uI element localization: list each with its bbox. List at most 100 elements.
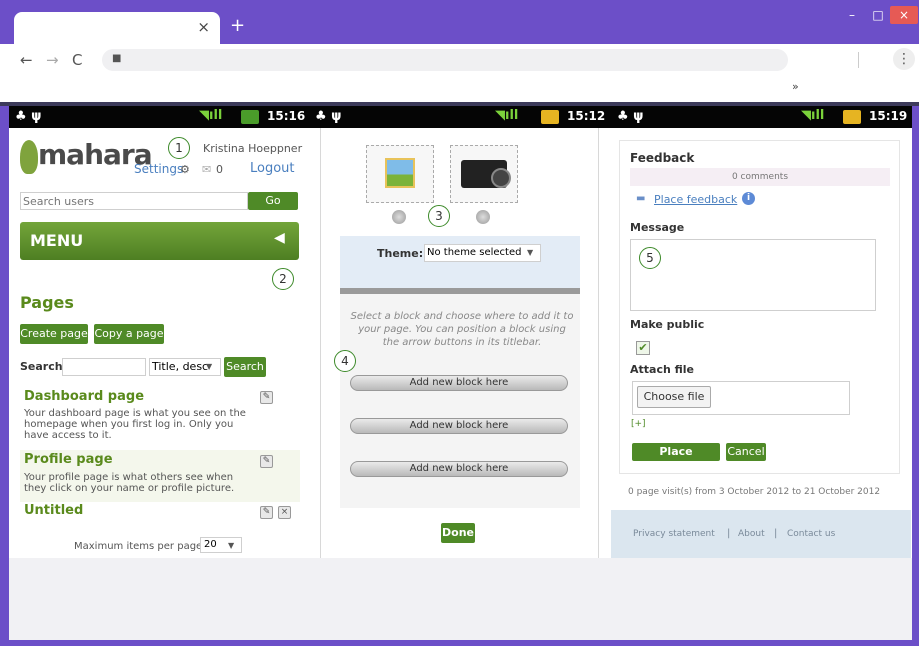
film-reel-icon bbox=[491, 168, 511, 188]
browser-menu-icon[interactable]: ⋮ bbox=[893, 48, 915, 70]
signal-icon: ◥ıll bbox=[801, 108, 825, 123]
radio-button[interactable] bbox=[392, 210, 406, 224]
image-block-thumbnail[interactable] bbox=[366, 145, 434, 203]
toolbar-divider bbox=[858, 52, 859, 68]
radio-button[interactable] bbox=[476, 210, 490, 224]
copy-page-button[interactable]: Copy a page bbox=[94, 324, 164, 344]
comments-count: 0 comments bbox=[630, 168, 890, 186]
done-button[interactable]: Done bbox=[441, 523, 475, 543]
panel-divider bbox=[598, 128, 599, 558]
footer-contact-link[interactable]: Contact us bbox=[787, 529, 835, 539]
new-tab-icon[interactable]: + bbox=[230, 17, 245, 35]
create-page-button[interactable]: Create page bbox=[20, 324, 88, 344]
forward-icon[interactable]: → bbox=[46, 51, 59, 69]
clock: 15:19 bbox=[869, 109, 908, 123]
choose-file-button[interactable]: Choose file bbox=[637, 386, 711, 408]
page-item-title[interactable]: Untitled bbox=[24, 503, 83, 518]
chevron-left-icon[interactable]: ◀ bbox=[274, 230, 285, 246]
comment-icon: ▬ bbox=[636, 193, 646, 204]
make-public-label: Make public bbox=[630, 318, 705, 331]
theme-label: Theme: bbox=[377, 247, 424, 260]
signal-icon: ◥ıll bbox=[199, 108, 223, 123]
annotation-marker: 4 bbox=[334, 350, 356, 372]
annotation-marker: 2 bbox=[272, 268, 294, 290]
chevron-down-icon[interactable]: ▼ bbox=[228, 541, 234, 550]
image-icon bbox=[385, 158, 415, 188]
expand-link[interactable]: [+] bbox=[631, 419, 646, 429]
info-icon[interactable]: i bbox=[742, 192, 755, 205]
make-public-checkbox[interactable]: ✔ bbox=[636, 341, 650, 355]
user-name[interactable]: Kristina Hoeppner bbox=[203, 142, 302, 155]
footer-about-link[interactable]: About bbox=[738, 529, 765, 539]
pages-heading: Pages bbox=[20, 293, 74, 312]
feedback-heading: Feedback bbox=[630, 151, 695, 165]
chevron-down-icon[interactable]: ▼ bbox=[527, 248, 533, 257]
add-block-button[interactable]: Add new block here bbox=[350, 461, 568, 477]
max-items-select[interactable]: 20 bbox=[200, 537, 242, 553]
extensions-overflow-icon[interactable]: » bbox=[792, 80, 799, 93]
add-block-button[interactable]: Add new block here bbox=[350, 375, 568, 391]
battery-icon bbox=[541, 110, 559, 124]
search-users-input[interactable] bbox=[20, 192, 248, 210]
menu-bar[interactable]: MENU ◀ bbox=[20, 222, 299, 260]
logout-link[interactable]: Logout bbox=[250, 161, 295, 176]
chevron-down-icon[interactable]: ▼ bbox=[206, 362, 212, 371]
browser-tab[interactable]: × bbox=[14, 12, 220, 44]
maximize-icon[interactable]: □ bbox=[864, 6, 892, 24]
address-bar[interactable] bbox=[102, 49, 788, 71]
minimize-icon[interactable]: – bbox=[838, 6, 866, 24]
empty-area bbox=[9, 558, 912, 640]
android-statusbar-3: ♣ ψ ◥ıll 15:19 bbox=[611, 106, 912, 128]
footer-divider: | bbox=[727, 528, 731, 539]
clock: 15:16 bbox=[267, 109, 306, 123]
back-icon[interactable]: ← bbox=[20, 51, 33, 69]
menu-label: MENU bbox=[30, 231, 84, 250]
lock-icon: ■ bbox=[112, 53, 122, 64]
message-label: Message bbox=[630, 221, 685, 234]
window-frame-right bbox=[912, 106, 919, 646]
inbox-icon[interactable]: ✉ bbox=[202, 163, 211, 176]
delete-icon[interactable]: × bbox=[278, 506, 291, 519]
page-visits: 0 page visit(s) from 3 October 2012 to 2… bbox=[628, 487, 881, 497]
place-feedback-link[interactable]: Place feedback bbox=[654, 193, 737, 206]
inbox-count[interactable]: 0 bbox=[216, 163, 223, 176]
footer: Privacy statement | About | Contact us bbox=[611, 510, 911, 558]
edit-icon[interactable]: ✎ bbox=[260, 455, 273, 468]
usb-icon: ♣ ψ bbox=[617, 109, 644, 124]
window-frame-bottom bbox=[0, 640, 919, 646]
instructions-text: Select a block and choose where to add i… bbox=[350, 311, 574, 348]
go-button[interactable]: Go bbox=[248, 192, 298, 210]
battery-icon bbox=[241, 110, 259, 124]
tab-close-icon[interactable]: × bbox=[197, 18, 210, 36]
page-item-desc: Your dashboard page is what you see on t… bbox=[24, 408, 246, 441]
theme-select[interactable]: No theme selected bbox=[424, 244, 541, 262]
usb-icon: ♣ ψ bbox=[315, 109, 342, 124]
edit-icon[interactable]: ✎ bbox=[260, 506, 273, 519]
cancel-button[interactable]: Cancel bbox=[726, 443, 766, 461]
signal-icon: ◥ıll bbox=[495, 108, 519, 123]
window-close-icon[interactable]: × bbox=[890, 6, 918, 24]
reload-icon[interactable]: C bbox=[72, 51, 82, 69]
edit-icon[interactable]: ✎ bbox=[260, 391, 273, 404]
panel-divider bbox=[320, 128, 321, 558]
annotation-marker: 1 bbox=[168, 137, 190, 159]
usb-icon: ♣ ψ bbox=[15, 109, 42, 124]
annotation-marker: 3 bbox=[428, 205, 450, 227]
settings-link[interactable]: Settings bbox=[134, 162, 183, 176]
message-textarea[interactable] bbox=[630, 239, 876, 311]
page-item-title[interactable]: Profile page bbox=[24, 452, 113, 467]
search-button[interactable]: Search bbox=[224, 357, 266, 377]
annotation-marker: 5 bbox=[639, 247, 661, 269]
add-block-button[interactable]: Add new block here bbox=[350, 418, 568, 434]
settings-gear-icon[interactable]: ⚙ bbox=[180, 163, 190, 176]
place-feedback-button[interactable]: Place feedback bbox=[632, 443, 720, 476]
pages-search-input[interactable] bbox=[62, 358, 146, 376]
footer-divider: | bbox=[774, 528, 778, 539]
page-item-desc: Your profile page is what others see whe… bbox=[24, 472, 235, 494]
footer-privacy-link[interactable]: Privacy statement bbox=[633, 529, 715, 539]
android-statusbar-1: ♣ ψ ◥ıll 15:16 bbox=[9, 106, 309, 128]
mahara-logo-icon bbox=[20, 140, 38, 174]
media-block-thumbnail[interactable] bbox=[450, 145, 518, 203]
page-item-title[interactable]: Dashboard page bbox=[24, 389, 144, 404]
max-items-label: Maximum items per page: bbox=[74, 541, 206, 552]
